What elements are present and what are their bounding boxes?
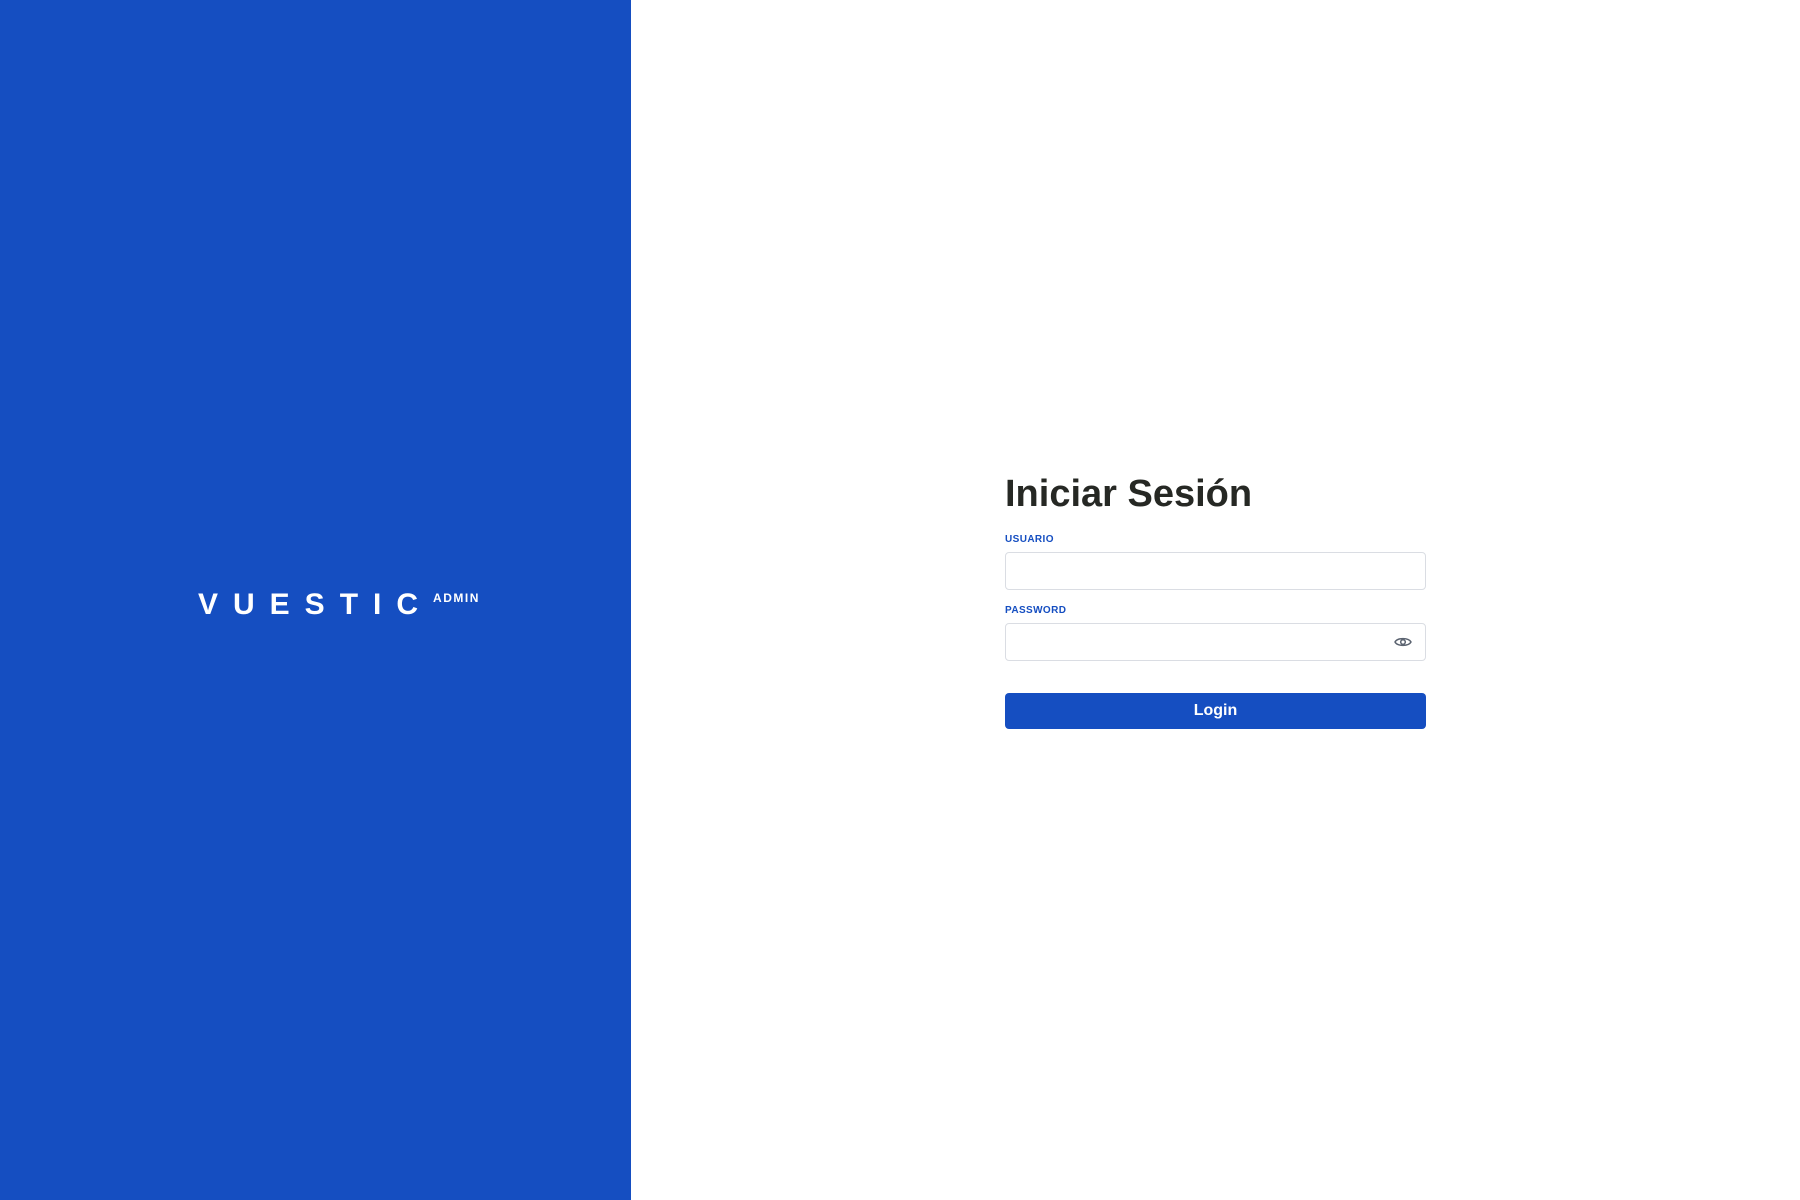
form-panel: Iniciar Sesión USUARIO PASSWORD Login: [631, 0, 1800, 1200]
login-page: VUESTIC ADMIN Iniciar Sesión USUARIO PAS…: [0, 0, 1800, 1200]
page-title: Iniciar Sesión: [1005, 473, 1253, 515]
vuestic-logo: VUESTIC ADMIN: [198, 590, 480, 620]
password-input-wrapper: [1005, 623, 1426, 661]
username-label: USUARIO: [1005, 534, 1054, 545]
brand-panel: VUESTIC ADMIN: [0, 0, 631, 1200]
username-input-wrapper: [1005, 552, 1426, 590]
logo-subtitle: ADMIN: [433, 591, 480, 605]
login-button[interactable]: Login: [1005, 693, 1426, 729]
password-label: PASSWORD: [1005, 605, 1067, 616]
logo-wordmark: VUESTIC: [198, 588, 434, 621]
username-field-group: USUARIO: [1005, 534, 1426, 590]
username-input[interactable]: [1006, 553, 1425, 589]
eye-icon[interactable]: [1393, 632, 1413, 652]
login-form: Iniciar Sesión USUARIO PASSWORD Login: [1005, 468, 1426, 729]
password-field-group: PASSWORD: [1005, 605, 1426, 661]
password-input[interactable]: [1006, 624, 1425, 660]
